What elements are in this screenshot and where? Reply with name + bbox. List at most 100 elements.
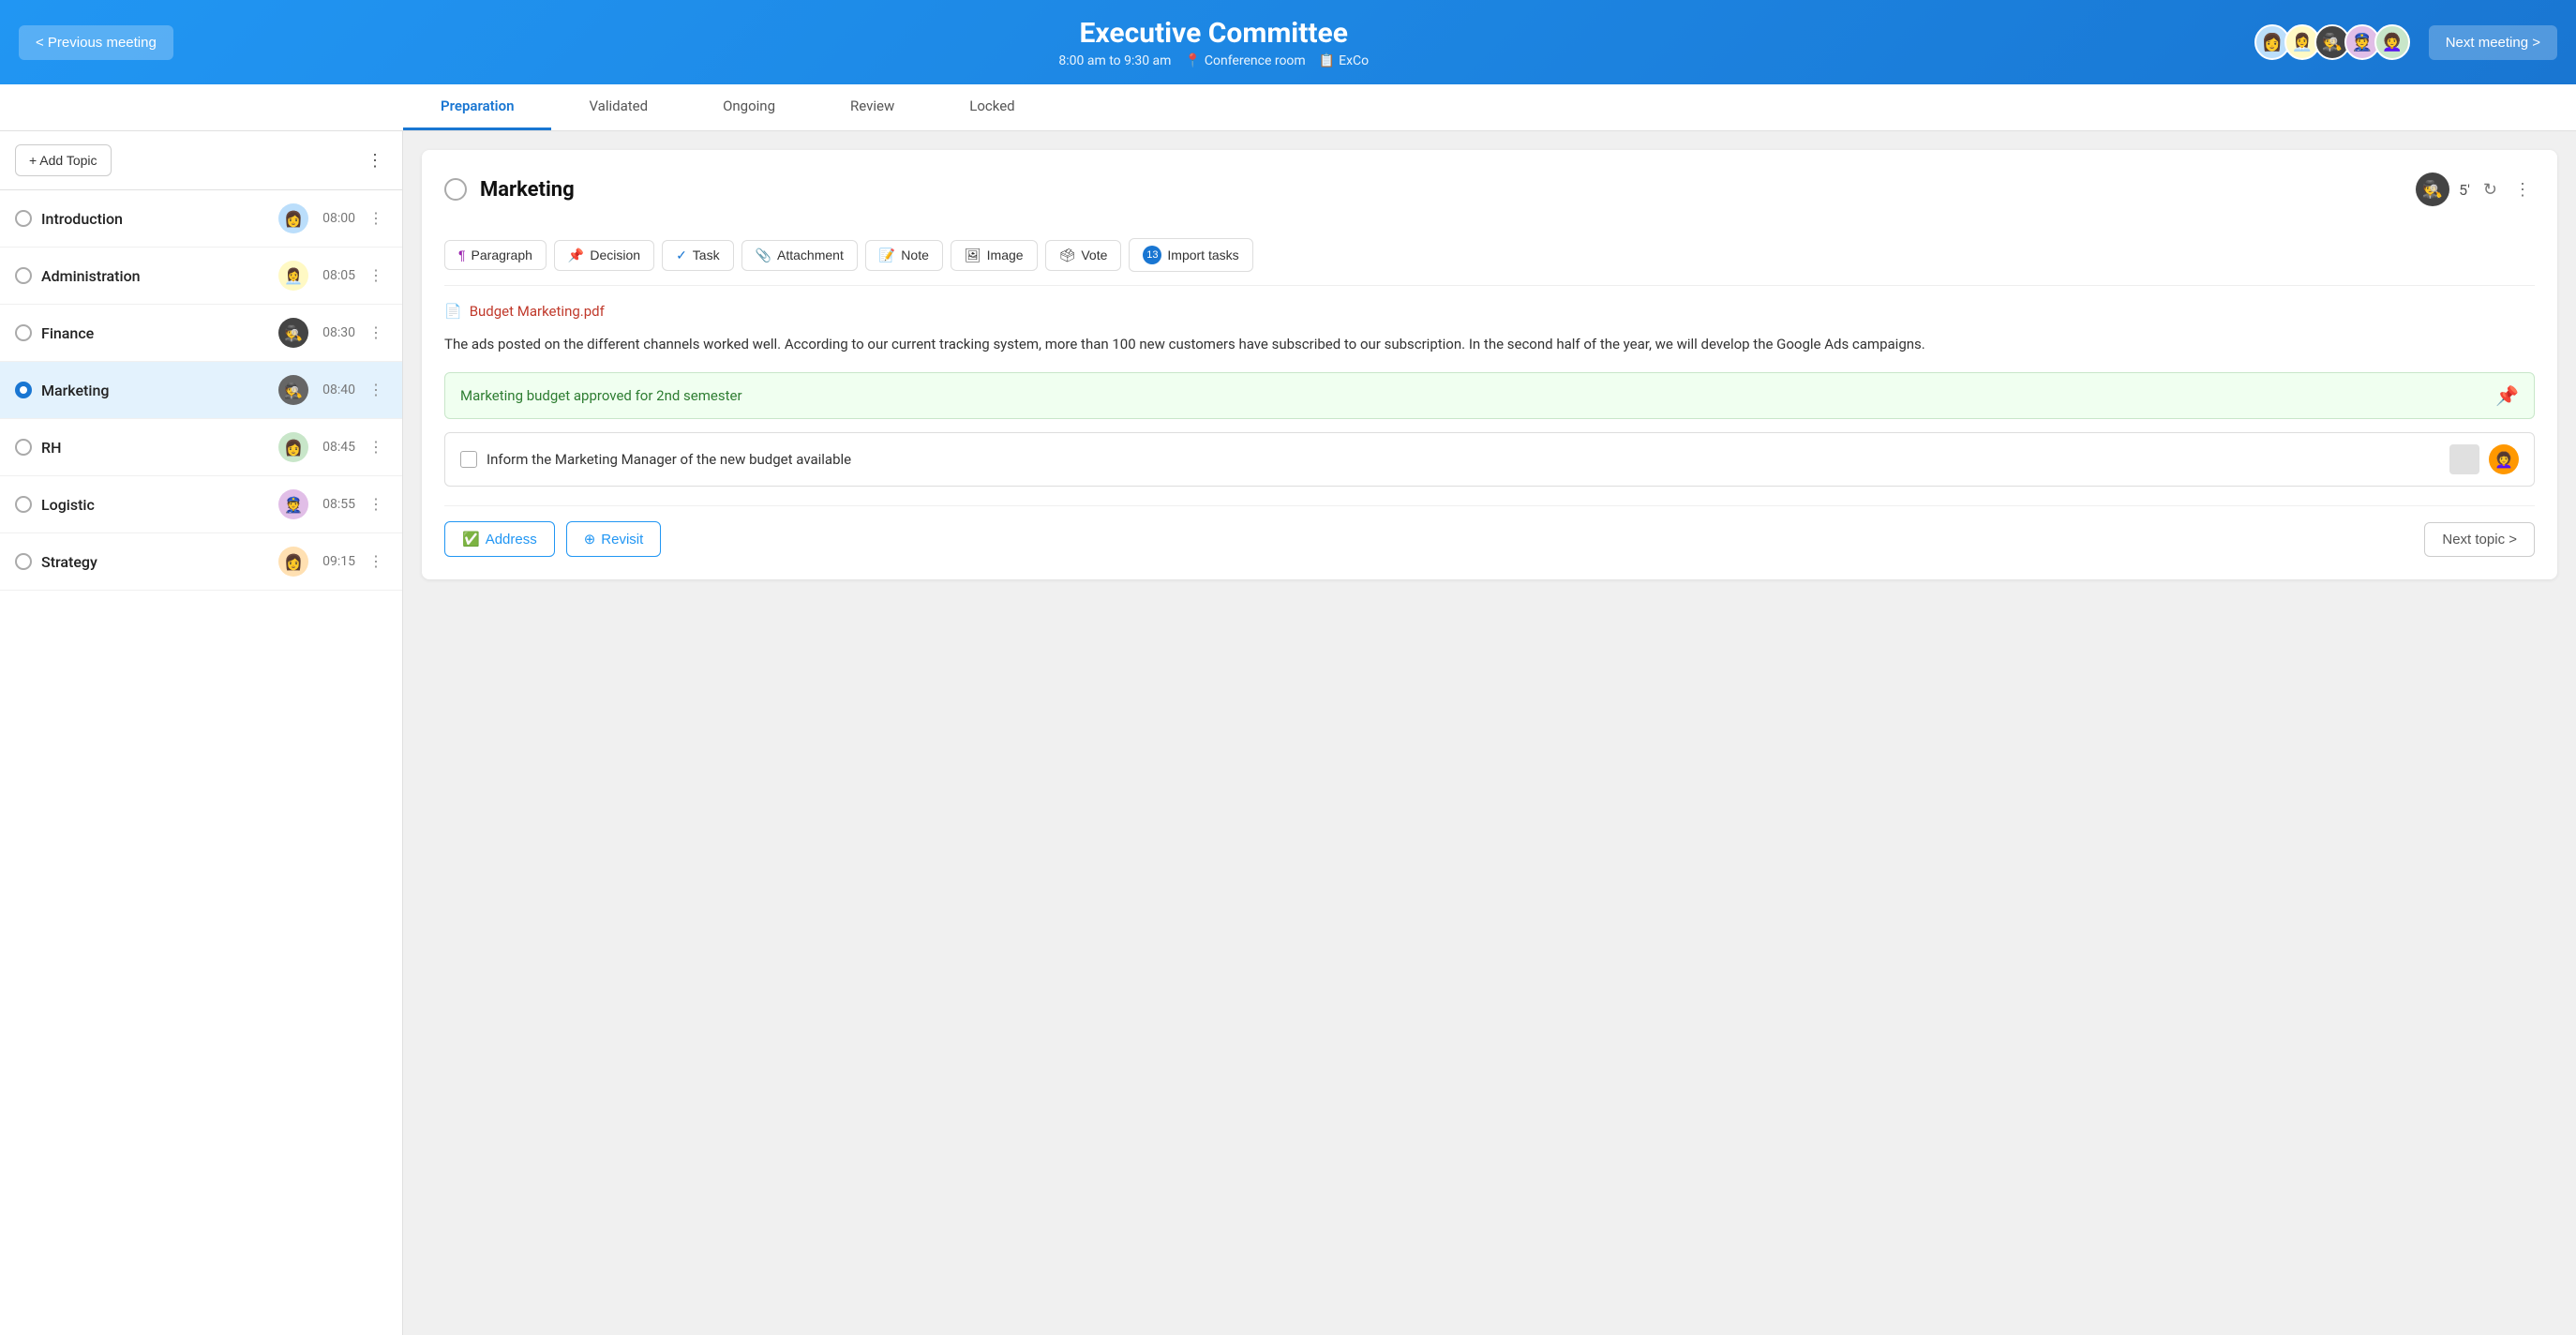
- topic-time-finance: 08:30: [318, 325, 355, 340]
- topic-name-marketing: Marketing: [41, 382, 269, 399]
- topic-radio-logistic: [15, 496, 32, 513]
- address-button[interactable]: ✅ Address: [444, 521, 555, 557]
- sidebar: + Add Topic ⋮ Introduction 👩 08:00 ⋮ Adm…: [0, 131, 403, 1335]
- toolbar-decision-button[interactable]: 📌 Decision: [554, 240, 654, 271]
- topic-owner-avatar: 🕵️: [2416, 172, 2449, 206]
- address-label: Address: [486, 532, 537, 548]
- note-icon: 📝: [879, 248, 895, 263]
- meeting-location: 📍 Conference room: [1184, 53, 1305, 68]
- paragraph-label: Paragraph: [472, 248, 532, 262]
- calendar-icon: 📋: [1319, 53, 1335, 68]
- topic-radio-marketing: [15, 382, 32, 398]
- topic-avatar-marketing: 🕵️: [278, 375, 308, 405]
- topic-avatar-strategy: 👩: [278, 547, 308, 577]
- toolbar-import-tasks-button[interactable]: 13 Import tasks: [1129, 238, 1252, 272]
- add-topic-button[interactable]: + Add Topic: [15, 144, 112, 176]
- task-assignee-avatar: 👩‍🦱: [2489, 444, 2519, 474]
- topic-card-title: Marketing: [480, 178, 2403, 202]
- topic-menu-administration[interactable]: ⋮: [365, 264, 387, 287]
- revisit-icon: ⊕: [584, 531, 596, 548]
- tab-ongoing[interactable]: Ongoing: [685, 84, 813, 130]
- location-icon: 📍: [1184, 53, 1200, 68]
- topic-radio-strategy: [15, 553, 32, 570]
- revisit-button[interactable]: ⊕ Revisit: [566, 521, 662, 557]
- prev-meeting-button[interactable]: < Previous meeting: [19, 25, 173, 60]
- toolbar-paragraph-button[interactable]: ¶ Paragraph: [444, 240, 547, 270]
- toolbar-task-button[interactable]: ✓ Task: [662, 240, 734, 271]
- attachment-icon: 📎: [756, 248, 771, 263]
- topic-radio-administration: [15, 267, 32, 284]
- topic-radio-finance: [15, 324, 32, 341]
- sidebar-item-marketing[interactable]: Marketing 🕵️ 08:40 ⋮: [0, 362, 402, 419]
- attachment-filename: Budget Marketing.pdf: [470, 303, 605, 320]
- next-meeting-button[interactable]: Next meeting >: [2429, 25, 2557, 60]
- sidebar-item-introduction[interactable]: Introduction 👩 08:00 ⋮: [0, 190, 402, 248]
- topic-menu-finance[interactable]: ⋮: [365, 322, 387, 344]
- tabs-bar: Preparation Validated Ongoing Review Loc…: [0, 84, 2576, 131]
- vote-label: Vote: [1081, 248, 1107, 262]
- toolbar-note-button[interactable]: 📝 Note: [865, 240, 943, 271]
- main-layout: + Add Topic ⋮ Introduction 👩 08:00 ⋮ Adm…: [0, 131, 2576, 1335]
- import-tasks-badge: 13: [1143, 246, 1161, 264]
- sidebar-item-strategy[interactable]: Strategy 👩 09:15 ⋮: [0, 533, 402, 591]
- topic-menu-rh[interactable]: ⋮: [365, 436, 387, 458]
- sidebar-item-finance[interactable]: Finance 🕵️ 08:30 ⋮: [0, 305, 402, 362]
- topic-menu-strategy[interactable]: ⋮: [365, 550, 387, 573]
- timer-display: 5': [2459, 181, 2470, 199]
- task-checkbox[interactable]: [460, 451, 477, 468]
- topic-card-actions: 🕵️ 5' ↻ ⋮: [2416, 172, 2535, 206]
- note-label: Note: [901, 248, 929, 262]
- topic-avatar-administration: 👩‍💼: [278, 261, 308, 291]
- topic-card-header: Marketing 🕵️ 5' ↻ ⋮: [444, 172, 2535, 206]
- topic-menu-marketing[interactable]: ⋮: [365, 379, 387, 401]
- task-text: Inform the Marketing Manager of the new …: [487, 451, 2440, 468]
- topic-more-button[interactable]: ⋮: [2510, 176, 2535, 203]
- task-assignee-placeholder: [2449, 444, 2479, 474]
- sidebar-item-administration[interactable]: Administration 👩‍💼 08:05 ⋮: [0, 248, 402, 305]
- tab-preparation[interactable]: Preparation: [403, 84, 551, 130]
- toolbar-attachment-button[interactable]: 📎 Attachment: [741, 240, 858, 271]
- topic-name-logistic: Logistic: [41, 496, 269, 514]
- topic-menu-logistic[interactable]: ⋮: [365, 493, 387, 516]
- task-icon: ✓: [676, 248, 687, 263]
- topic-menu-introduction[interactable]: ⋮: [365, 207, 387, 230]
- attachment-row[interactable]: 📄 Budget Marketing.pdf: [444, 303, 2535, 320]
- topic-card: Marketing 🕵️ 5' ↻ ⋮ ¶ Paragraph 📌 Decisi…: [422, 150, 2557, 579]
- sidebar-header: + Add Topic ⋮: [0, 131, 402, 190]
- task-row: Inform the Marketing Manager of the new …: [444, 432, 2535, 487]
- decision-row: Marketing budget approved for 2nd semest…: [444, 372, 2535, 419]
- avatar: 👩‍🦱: [2374, 24, 2410, 60]
- tab-locked[interactable]: Locked: [932, 84, 1052, 130]
- topic-avatar-logistic: 👮: [278, 489, 308, 519]
- topic-name-introduction: Introduction: [41, 210, 269, 228]
- attendee-avatars: 👩 👩‍💼 🕵️ 👮 👩‍🦱: [2254, 24, 2410, 60]
- topic-avatar-introduction: 👩: [278, 203, 308, 233]
- topic-time-rh: 08:45: [318, 440, 355, 455]
- topic-avatar-rh: 👩: [278, 432, 308, 462]
- toolbar-image-button[interactable]: 🖼 Image: [951, 240, 1038, 271]
- decision-icon: 📌: [568, 248, 584, 263]
- topic-body-text: The ads posted on the different channels…: [444, 333, 2535, 355]
- topic-status-radio[interactable]: [444, 178, 467, 201]
- content-area: Marketing 🕵️ 5' ↻ ⋮ ¶ Paragraph 📌 Decisi…: [403, 131, 2576, 1335]
- topic-toolbar: ¶ Paragraph 📌 Decision ✓ Task 📎 Attachme…: [444, 225, 2535, 286]
- sidebar-item-logistic[interactable]: Logistic 👮 08:55 ⋮: [0, 476, 402, 533]
- header: < Previous meeting Executive Committee 8…: [0, 0, 2576, 84]
- next-topic-button[interactable]: Next topic >: [2424, 522, 2535, 557]
- tab-review[interactable]: Review: [813, 84, 932, 130]
- refresh-timer-button[interactable]: ↻: [2479, 176, 2501, 203]
- tab-validated[interactable]: Validated: [551, 84, 685, 130]
- topic-time-logistic: 08:55: [318, 497, 355, 512]
- sidebar-menu-button[interactable]: ⋮: [363, 147, 387, 174]
- topic-radio-rh: [15, 439, 32, 456]
- sidebar-item-rh[interactable]: RH 👩 08:45 ⋮: [0, 419, 402, 476]
- card-footer: ✅ Address ⊕ Revisit Next topic >: [444, 505, 2535, 557]
- image-icon: 🖼: [965, 248, 981, 263]
- topic-name-rh: RH: [41, 439, 269, 457]
- meeting-title: Executive Committee: [173, 17, 2254, 50]
- image-label: Image: [987, 248, 1024, 262]
- address-icon: ✅: [462, 531, 480, 548]
- toolbar-vote-button[interactable]: 🗳 Vote: [1045, 240, 1122, 271]
- decision-approved-icon: 📌: [2495, 384, 2519, 407]
- topic-avatar-finance: 🕵️: [278, 318, 308, 348]
